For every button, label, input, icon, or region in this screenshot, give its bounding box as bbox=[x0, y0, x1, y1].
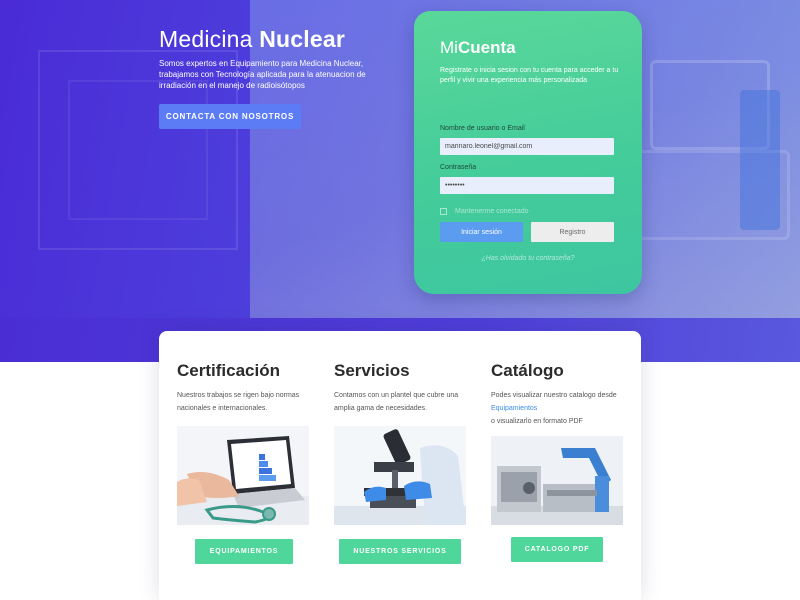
laptop-stethoscope-image bbox=[177, 426, 309, 525]
hero-decor-frame-inner bbox=[68, 80, 208, 220]
catalogo-pdf-button[interactable]: CATALOGO PDF bbox=[511, 537, 603, 562]
catalogo-column: Catálogo Podes visualizar nuestro catalo… bbox=[491, 331, 641, 600]
certificacion-description: Nuestros trabajos se rigen bajo normas n… bbox=[177, 392, 300, 412]
contact-us-button[interactable]: CONTACTA CON NOSOTROS bbox=[159, 104, 301, 129]
login-title: MiCuenta bbox=[440, 38, 516, 58]
register-button[interactable]: Registro bbox=[531, 222, 614, 242]
login-button[interactable]: Iniciar sesión bbox=[440, 222, 523, 242]
remember-me-label: Mantenerme conectado bbox=[455, 208, 529, 215]
catalogo-description: Podes visualizar nuestro catalogo desde … bbox=[491, 389, 631, 428]
checkbox-icon bbox=[440, 208, 447, 215]
microscope-image bbox=[334, 426, 466, 525]
hero-section: Medicina Nuclear Somos expertos en Equip… bbox=[0, 0, 800, 362]
nuestros-servicios-button[interactable]: NUESTROS SERVICIOS bbox=[339, 539, 461, 564]
password-label: Contraseña bbox=[440, 164, 477, 171]
features-card: Certificación Nuestros trabajos se rigen… bbox=[159, 331, 641, 600]
certificacion-title: Certificación bbox=[177, 361, 280, 380]
login-title-bold: Cuenta bbox=[457, 38, 516, 57]
login-card: MiCuenta Registrate o inicia sesion con … bbox=[414, 11, 642, 294]
hero-title-light: Medicina bbox=[159, 26, 260, 52]
login-description: Registrate o inicia sesion con tu cuenta… bbox=[440, 67, 619, 84]
equipment-catalog-image bbox=[491, 436, 623, 525]
equipamientos-link[interactable]: Equipamientos bbox=[491, 405, 537, 412]
servicios-description: Contamos con un plantel que cubre una am… bbox=[334, 392, 459, 412]
hero-title: Medicina Nuclear bbox=[159, 26, 345, 53]
certificacion-column: Certificación Nuestros trabajos se rigen… bbox=[177, 331, 327, 600]
hero-decor-blue-panel bbox=[740, 90, 780, 230]
remember-me-checkbox[interactable]: Mantenerme conectado bbox=[440, 208, 529, 215]
hero-title-bold: Nuclear bbox=[259, 26, 346, 52]
login-title-light: Mi bbox=[440, 38, 458, 57]
catalogo-description-text: Podes visualizar nuestro catalogo desde bbox=[491, 392, 617, 399]
password-input[interactable] bbox=[440, 177, 614, 194]
username-input[interactable] bbox=[440, 138, 614, 155]
servicios-title: Servicios bbox=[334, 361, 410, 380]
catalogo-description-text-2: o visualizarlo en formato PDF bbox=[491, 418, 583, 425]
catalogo-title: Catálogo bbox=[491, 361, 564, 380]
equipamientos-button[interactable]: EQUIPAMIENTOS bbox=[195, 539, 293, 564]
servicios-column: Servicios Contamos con un plantel que cu… bbox=[334, 331, 484, 600]
hero-description: Somos expertos en Equipamiento para Medi… bbox=[159, 59, 366, 90]
forgot-password-link[interactable]: ¿Has olvidado tu contraseña? bbox=[414, 255, 642, 262]
username-label: Nombre de usuario o Email bbox=[440, 125, 525, 132]
